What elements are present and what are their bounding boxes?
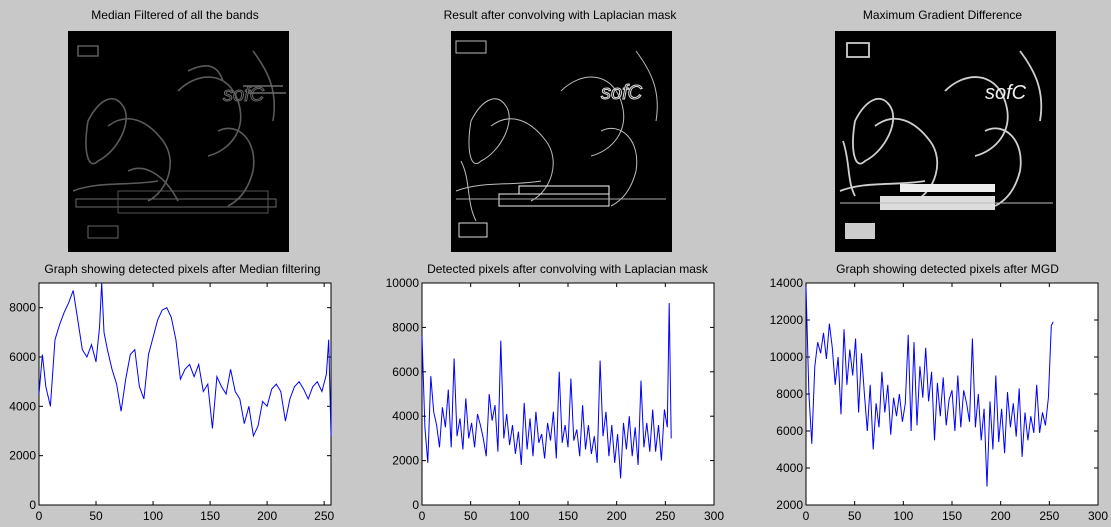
x-tick-label: 150 xyxy=(942,509,962,523)
x-tick-label: 200 xyxy=(991,509,1011,523)
x-tick-label: 100 xyxy=(893,509,913,523)
y-tick-label: 12000 xyxy=(770,313,804,327)
mgd-line-chart: 0 50 100 150 200 250 300 2000 4000 6000 8000 10000 1… xyxy=(770,276,1109,523)
x-tick-label: 250 xyxy=(1039,509,1059,523)
y-tick-label: 6000 xyxy=(776,424,803,438)
x-tick-label: 300 xyxy=(1088,509,1108,523)
y-tick-label: 2000 xyxy=(776,498,803,512)
y-tick-label: 10000 xyxy=(770,350,804,364)
y-tick-label: 8000 xyxy=(776,387,803,401)
x-tick-label: 50 xyxy=(848,509,862,523)
y-tick-label: 14000 xyxy=(770,276,804,290)
y-tick-label: 4000 xyxy=(776,461,803,475)
x-tick-label: 0 xyxy=(803,509,810,523)
